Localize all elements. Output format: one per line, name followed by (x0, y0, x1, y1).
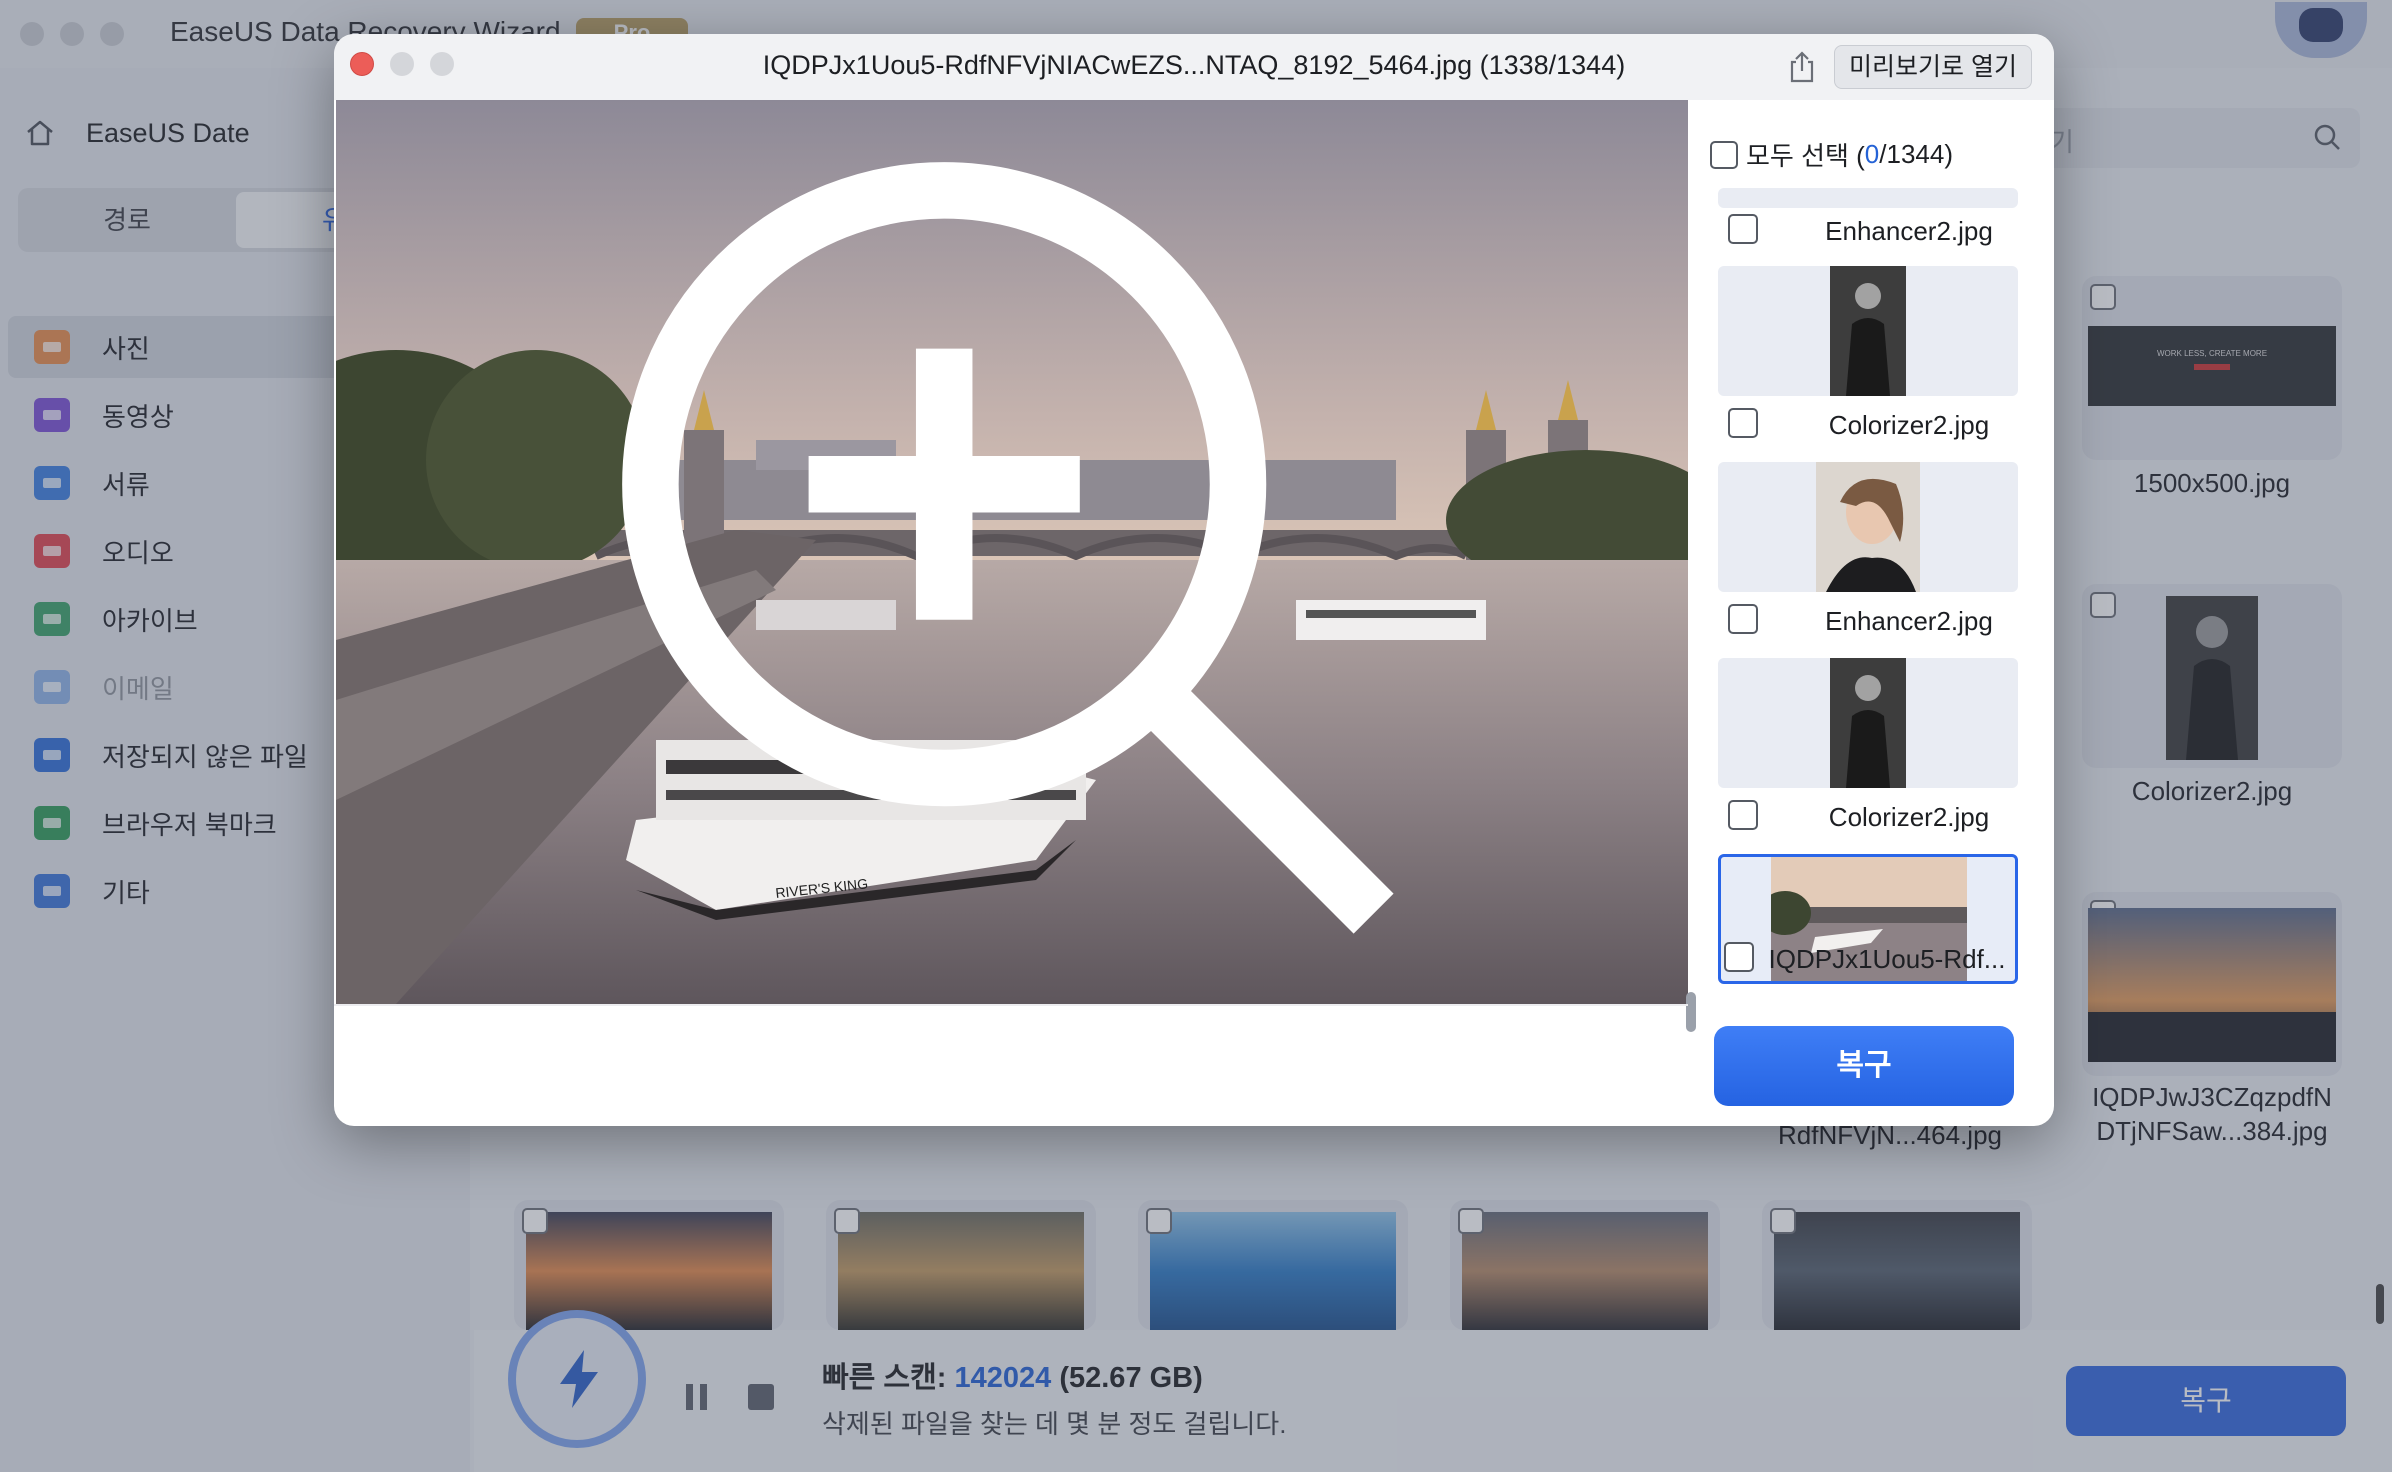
preview-modal: IQDPJx1Uou5-RdfNFVjNIACwEZS...NTAQ_8192_… (334, 34, 2054, 1126)
thumbnail-name: Colorizer2.jpg (1828, 410, 1990, 440)
thumbnail-checkbox[interactable] (1728, 604, 1758, 634)
zoom-in-icon[interactable] (336, 100, 1688, 1004)
thumbnail-cell[interactable] (1718, 266, 2018, 396)
thumbnail-checkbox[interactable] (1728, 408, 1758, 438)
select-all-checkbox[interactable]: 모두 선택 (0/1344) (1710, 136, 1953, 173)
thumbnail-name-row[interactable]: Enhancer2.jpg (1688, 602, 2054, 642)
thumbnail-name: Enhancer2.jpg (1825, 216, 1993, 246)
thumbnail-checkbox[interactable] (1728, 800, 1758, 830)
open-in-preview-button[interactable]: 미리보기로 열기 (1834, 45, 2032, 89)
thumbnail-list: 모두 선택 (0/1344) Enhancer2.jpg Colorizer2.j… (1688, 100, 2054, 1020)
thumbnail-image (1830, 266, 1906, 396)
thumbnail-name: Colorizer2.jpg (1828, 802, 1990, 832)
thumbnail-name-row[interactable]: IQDPJx1Uou5-Rdf... (1688, 942, 2054, 982)
thumbnail-name: Enhancer2.jpg (1825, 606, 1993, 636)
thumbnail-checkbox[interactable] (1724, 942, 1754, 972)
thumbnail-checkbox[interactable] (1728, 214, 1758, 244)
checkbox-box[interactable] (1710, 140, 1738, 169)
recover-button[interactable]: 복구 (1714, 1026, 2014, 1106)
thumbnail-name-row[interactable]: Enhancer2.jpg (1688, 212, 2054, 252)
thumbnail-name-row[interactable]: Colorizer2.jpg (1688, 798, 2054, 838)
footer-divider (334, 1004, 1688, 1006)
selected-count: 0 (1864, 139, 1880, 169)
thumbnail-name: IQDPJx1Uou5-Rdf... (1768, 944, 2006, 974)
thumbnail-cell[interactable] (1718, 462, 2018, 592)
modal-titlebar: IQDPJx1Uou5-RdfNFVjNIACwEZS...NTAQ_8192_… (334, 34, 2054, 100)
thumbnail-image (1816, 462, 1920, 592)
thumbnail-image (1830, 658, 1906, 788)
thumbnail-cell[interactable] (1718, 188, 2018, 208)
thumbnail-name-row[interactable]: Colorizer2.jpg (1688, 406, 2054, 446)
thumbnail-scrollbar[interactable] (1686, 992, 1696, 1032)
thumbnail-cell[interactable] (1718, 658, 2018, 788)
share-icon[interactable] (1786, 50, 1818, 84)
image-preview: RIVER'S KING (336, 100, 1688, 1004)
